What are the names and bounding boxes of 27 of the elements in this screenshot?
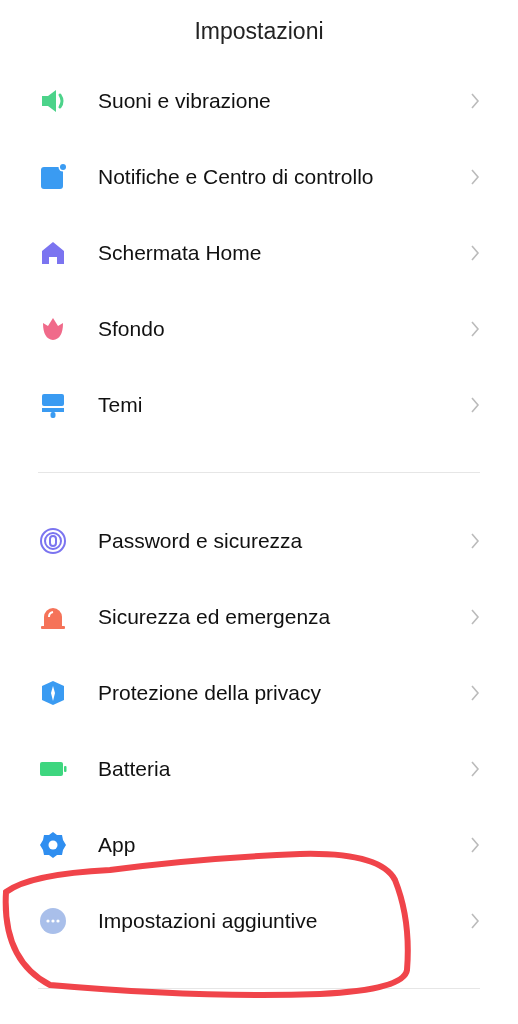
settings-item[interactable]: Temi [0,367,518,443]
chevron-icon [470,912,480,930]
chevron-icon [470,168,480,186]
chevron-icon [470,320,480,338]
chevron-icon [470,396,480,414]
chevron-icon [470,684,480,702]
settings-item[interactable]: Notifiche e Centro di controllo [0,139,518,215]
chevron-icon [470,836,480,854]
settings-item[interactable]: Sfondo [0,291,518,367]
settings-item[interactable]: Suoni e vibrazione [0,63,518,139]
settings-item[interactable]: Batteria [0,731,518,807]
gear-icon [38,830,68,860]
fingerprint-icon [38,526,68,556]
settings-item[interactable]: Schermata Home [0,215,518,291]
chevron-icon [470,244,480,262]
more-icon [38,906,68,936]
screen-title: Impostazioni [193,17,325,46]
chevron-icon [470,760,480,778]
settings-item[interactable]: Protezione della privacy [0,655,518,731]
settings-item[interactable]: App [0,807,518,883]
chevron-icon [470,608,480,626]
chevron-icon [470,92,480,110]
settings-item[interactable]: Password e sicurezza [0,503,518,579]
settings-item[interactable]: Impostazioni aggiuntive [0,883,518,959]
notification-icon [38,162,68,192]
chevron-icon [470,532,480,550]
settings-item[interactable]: Sicurezza ed emergenza [0,579,518,655]
